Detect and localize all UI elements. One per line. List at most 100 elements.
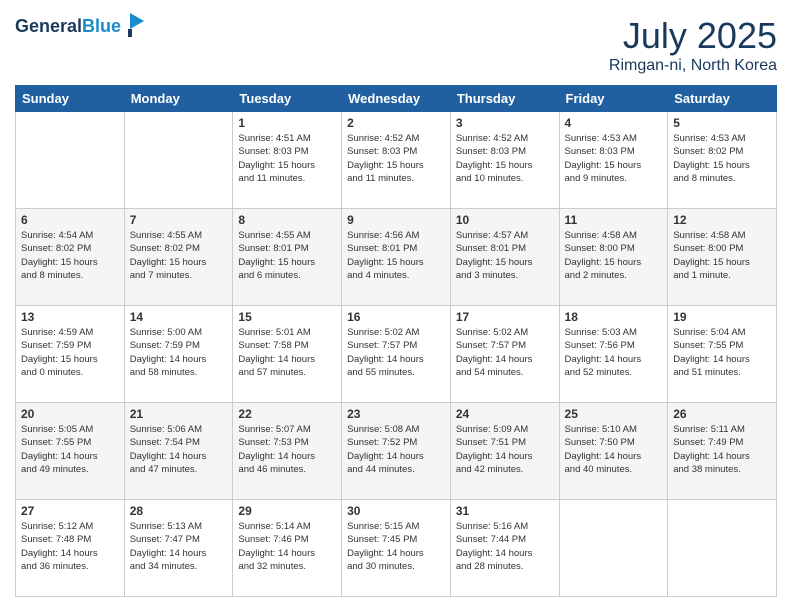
day-info: Sunrise: 4:52 AM Sunset: 8:03 PM Dayligh… [456, 132, 554, 185]
calendar-cell: 5 Sunrise: 4:53 AM Sunset: 8:02 PM Daylig… [668, 112, 777, 209]
day-info: Sunrise: 4:57 AM Sunset: 8:01 PM Dayligh… [456, 229, 554, 282]
logo: GeneralBlue [15, 15, 146, 39]
day-number: 10 [456, 213, 554, 227]
day-info: Sunrise: 5:00 AM Sunset: 7:59 PM Dayligh… [130, 326, 228, 379]
calendar-cell: 3 Sunrise: 4:52 AM Sunset: 8:03 PM Daylig… [450, 112, 559, 209]
day-number: 14 [130, 310, 228, 324]
weekday-header-saturday: Saturday [668, 86, 777, 112]
day-info: Sunrise: 5:12 AM Sunset: 7:48 PM Dayligh… [21, 520, 119, 573]
page-header: GeneralBlue July 2025 Rimgan-ni, North K… [15, 15, 777, 75]
weekday-header-sunday: Sunday [16, 86, 125, 112]
weekday-header-monday: Monday [124, 86, 233, 112]
day-number: 23 [347, 407, 445, 421]
day-info: Sunrise: 5:09 AM Sunset: 7:51 PM Dayligh… [456, 423, 554, 476]
day-number: 24 [456, 407, 554, 421]
calendar-cell: 27 Sunrise: 5:12 AM Sunset: 7:48 PM Dayli… [16, 500, 125, 597]
calendar-cell: 12 Sunrise: 4:58 AM Sunset: 8:00 PM Dayli… [668, 209, 777, 306]
calendar-week-4: 20Sunrise: 5:05 AM Sunset: 7:55 PM Dayli… [16, 403, 777, 500]
day-info: Sunrise: 5:03 AM Sunset: 7:56 PM Dayligh… [565, 326, 663, 379]
day-number: 15 [238, 310, 336, 324]
day-number: 1 [238, 116, 336, 130]
logo-text: GeneralBlue [15, 16, 121, 38]
location-title: Rimgan-ni, North Korea [609, 57, 777, 75]
calendar-cell: 19 Sunrise: 5:04 AM Sunset: 7:55 PM Dayli… [668, 306, 777, 403]
calendar-cell: 11 Sunrise: 4:58 AM Sunset: 8:00 PM Dayli… [559, 209, 668, 306]
calendar-table: SundayMondayTuesdayWednesdayThursdayFrid… [15, 85, 777, 597]
day-number: 28 [130, 504, 228, 518]
calendar-cell [668, 500, 777, 597]
day-number: 13 [21, 310, 119, 324]
day-number: 27 [21, 504, 119, 518]
day-info: Sunrise: 5:01 AM Sunset: 7:58 PM Dayligh… [238, 326, 336, 379]
day-info: Sunrise: 5:08 AM Sunset: 7:52 PM Dayligh… [347, 423, 445, 476]
day-info: Sunrise: 4:58 AM Sunset: 8:00 PM Dayligh… [565, 229, 663, 282]
day-number: 5 [673, 116, 771, 130]
calendar-cell: 14 Sunrise: 5:00 AM Sunset: 7:59 PM Dayli… [124, 306, 233, 403]
weekday-header-friday: Friday [559, 86, 668, 112]
day-number: 19 [673, 310, 771, 324]
calendar-week-5: 27 Sunrise: 5:12 AM Sunset: 7:48 PM Dayli… [16, 500, 777, 597]
day-info: Sunrise: 5:16 AM Sunset: 7:44 PM Dayligh… [456, 520, 554, 573]
calendar-cell: 24 Sunrise: 5:09 AM Sunset: 7:51 PM Dayli… [450, 403, 559, 500]
calendar-cell: 15 Sunrise: 5:01 AM Sunset: 7:58 PM Dayli… [233, 306, 342, 403]
day-number: 11 [565, 213, 663, 227]
month-title: July 2025 [609, 15, 777, 57]
day-number: 4 [565, 116, 663, 130]
day-number: 31 [456, 504, 554, 518]
calendar-week-2: 6 Sunrise: 4:54 AM Sunset: 8:02 PM Daylig… [16, 209, 777, 306]
calendar-cell: 31 Sunrise: 5:16 AM Sunset: 7:44 PM Dayli… [450, 500, 559, 597]
day-number: 17 [456, 310, 554, 324]
day-info: Sunrise: 5:15 AM Sunset: 7:45 PM Dayligh… [347, 520, 445, 573]
calendar-cell: 2Sunrise: 4:52 AM Sunset: 8:03 PM Daylig… [342, 112, 451, 209]
day-number: 3 [456, 116, 554, 130]
day-number: 18 [565, 310, 663, 324]
day-number: 21 [130, 407, 228, 421]
day-number: 7 [130, 213, 228, 227]
day-info: Sunrise: 4:54 AM Sunset: 8:02 PM Dayligh… [21, 229, 119, 282]
day-info: Sunrise: 5:11 AM Sunset: 7:49 PM Dayligh… [673, 423, 771, 476]
calendar-cell: 13 Sunrise: 4:59 AM Sunset: 7:59 PM Dayli… [16, 306, 125, 403]
calendar-cell: 4Sunrise: 4:53 AM Sunset: 8:03 PM Daylig… [559, 112, 668, 209]
day-info: Sunrise: 5:07 AM Sunset: 7:53 PM Dayligh… [238, 423, 336, 476]
weekday-header-thursday: Thursday [450, 86, 559, 112]
weekday-header-tuesday: Tuesday [233, 86, 342, 112]
calendar-cell [16, 112, 125, 209]
calendar-cell: 29Sunrise: 5:14 AM Sunset: 7:46 PM Dayli… [233, 500, 342, 597]
day-number: 26 [673, 407, 771, 421]
calendar-cell: 7 Sunrise: 4:55 AM Sunset: 8:02 PM Daylig… [124, 209, 233, 306]
calendar-cell: 21 Sunrise: 5:06 AM Sunset: 7:54 PM Dayli… [124, 403, 233, 500]
day-info: Sunrise: 5:14 AM Sunset: 7:46 PM Dayligh… [238, 520, 336, 573]
weekday-header-row: SundayMondayTuesdayWednesdayThursdayFrid… [16, 86, 777, 112]
calendar-cell: 30 Sunrise: 5:15 AM Sunset: 7:45 PM Dayli… [342, 500, 451, 597]
calendar-cell [559, 500, 668, 597]
calendar-cell: 26 Sunrise: 5:11 AM Sunset: 7:49 PM Dayli… [668, 403, 777, 500]
calendar-week-1: 1 Sunrise: 4:51 AM Sunset: 8:03 PM Daylig… [16, 112, 777, 209]
day-info: Sunrise: 4:55 AM Sunset: 8:02 PM Dayligh… [130, 229, 228, 282]
day-number: 9 [347, 213, 445, 227]
calendar-cell: 22Sunrise: 5:07 AM Sunset: 7:53 PM Dayli… [233, 403, 342, 500]
day-number: 2 [347, 116, 445, 130]
calendar-cell: 6 Sunrise: 4:54 AM Sunset: 8:02 PM Daylig… [16, 209, 125, 306]
day-info: Sunrise: 4:53 AM Sunset: 8:02 PM Dayligh… [673, 132, 771, 185]
calendar-cell: 23 Sunrise: 5:08 AM Sunset: 7:52 PM Dayli… [342, 403, 451, 500]
calendar-week-3: 13 Sunrise: 4:59 AM Sunset: 7:59 PM Dayli… [16, 306, 777, 403]
day-info: Sunrise: 5:13 AM Sunset: 7:47 PM Dayligh… [130, 520, 228, 573]
calendar-cell: 25Sunrise: 5:10 AM Sunset: 7:50 PM Dayli… [559, 403, 668, 500]
calendar-cell: 18 Sunrise: 5:03 AM Sunset: 7:56 PM Dayli… [559, 306, 668, 403]
day-info: Sunrise: 4:59 AM Sunset: 7:59 PM Dayligh… [21, 326, 119, 379]
day-number: 6 [21, 213, 119, 227]
logo-icon [124, 11, 146, 39]
title-block: July 2025 Rimgan-ni, North Korea [609, 15, 777, 75]
day-number: 30 [347, 504, 445, 518]
day-info: Sunrise: 4:58 AM Sunset: 8:00 PM Dayligh… [673, 229, 771, 282]
calendar-cell: 9Sunrise: 4:56 AM Sunset: 8:01 PM Daylig… [342, 209, 451, 306]
day-info: Sunrise: 5:04 AM Sunset: 7:55 PM Dayligh… [673, 326, 771, 379]
day-info: Sunrise: 5:02 AM Sunset: 7:57 PM Dayligh… [456, 326, 554, 379]
day-info: Sunrise: 5:06 AM Sunset: 7:54 PM Dayligh… [130, 423, 228, 476]
calendar-cell: 17 Sunrise: 5:02 AM Sunset: 7:57 PM Dayli… [450, 306, 559, 403]
calendar-cell: 28 Sunrise: 5:13 AM Sunset: 7:47 PM Dayli… [124, 500, 233, 597]
day-info: Sunrise: 4:51 AM Sunset: 8:03 PM Dayligh… [238, 132, 336, 185]
day-number: 25 [565, 407, 663, 421]
day-info: Sunrise: 4:55 AM Sunset: 8:01 PM Dayligh… [238, 229, 336, 282]
day-number: 12 [673, 213, 771, 227]
